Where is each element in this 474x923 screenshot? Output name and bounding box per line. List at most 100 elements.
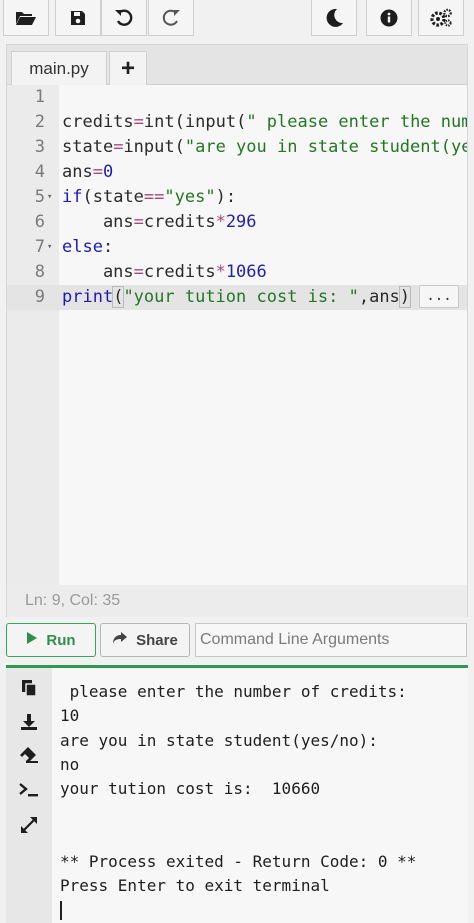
code-text: state=input("are you in state student(ye	[62, 135, 467, 160]
code-token: (	[174, 137, 185, 157]
cursor-position-status: Ln: 9, Col: 35	[7, 585, 467, 617]
share-icon	[112, 631, 128, 649]
code-token: else	[62, 237, 103, 257]
code-editor: main.py + 1 2 credits=int(input(" please e…	[6, 44, 468, 617]
share-button[interactable]: Share	[100, 623, 190, 657]
redo-icon	[161, 8, 181, 28]
copy-icon[interactable]	[16, 676, 42, 700]
code-token: print	[62, 287, 114, 307]
code-token: state	[92, 187, 144, 207]
code-token: "your tution cost is: "	[123, 287, 359, 307]
terminal-line: Press Enter to exit terminal	[60, 876, 330, 896]
open-file-button[interactable]	[3, 0, 49, 36]
code-token: state	[62, 137, 114, 157]
code-line[interactable]: 7 ▾ else:	[7, 235, 467, 260]
code-line[interactable]: 1	[7, 85, 467, 110]
line-number: 1	[34, 87, 45, 107]
code-line[interactable]: 5 ▾ if(state=="yes"):	[7, 185, 467, 210]
terminal-cursor	[60, 901, 62, 920]
code-token: :	[102, 237, 114, 257]
info-icon	[380, 9, 398, 27]
code-line[interactable]: 2 credits=int(input(" please enter the nu…	[7, 110, 467, 135]
plus-icon: +	[120, 54, 135, 82]
terminal-panel: please enter the number of credits: 10 are…	[6, 665, 468, 923]
code-token: credits	[143, 212, 216, 232]
code-line[interactable]: 3 state=input("are you in state student(y…	[7, 135, 467, 160]
settings-icon	[429, 8, 453, 28]
code-token: *	[215, 262, 226, 282]
play-icon	[26, 631, 38, 649]
fold-arrow-icon[interactable]: ▾	[47, 185, 52, 210]
code-text: ans=0	[62, 160, 113, 185]
fold-arrow-icon[interactable]: ▾	[47, 235, 52, 260]
code-token: (	[112, 286, 125, 308]
undo-icon	[114, 8, 134, 28]
code-token: "are you in state student(ye	[184, 137, 467, 157]
code-token: int	[143, 112, 175, 132]
code-token: credits	[62, 112, 134, 132]
line-number: 6	[34, 212, 45, 232]
code-token: =	[113, 137, 124, 157]
download-icon[interactable]	[16, 710, 42, 734]
add-tab-button[interactable]: +	[109, 51, 147, 85]
terminal-line: are you in state student(yes/no):	[60, 730, 378, 750]
line-number: 8	[34, 262, 45, 282]
folder-open-icon	[15, 10, 37, 26]
code-token: " please enter the num	[246, 112, 467, 132]
line-number: 3	[34, 137, 45, 157]
terminal-line: your tution cost is: 10660	[60, 779, 321, 799]
code-text: ans=credits*1066	[62, 260, 267, 285]
terminal-line: no	[60, 754, 80, 774]
code-token: 0	[102, 162, 114, 182]
code-token: credits	[143, 262, 216, 282]
code-line[interactable]: 8 ans=credits*1066	[7, 260, 467, 285]
code-token: =	[92, 162, 103, 182]
info-button[interactable]	[366, 0, 412, 36]
code-line[interactable]: 9 print("your tution cost is: ",ans)...	[7, 285, 467, 310]
code-token: (	[82, 187, 93, 207]
editor-tab-bar: main.py +	[7, 45, 467, 85]
code-line[interactable]: 6 ans=credits*296	[7, 210, 467, 235]
top-toolbar	[0, 0, 474, 38]
code-token: 296	[225, 212, 257, 232]
code-token: =	[133, 212, 144, 232]
code-token: ans	[62, 262, 134, 282]
line-number: 2	[34, 112, 45, 132]
save-button[interactable]	[55, 0, 101, 36]
eraser-icon[interactable]	[16, 743, 42, 767]
terminal-line: please enter the number of credits:	[60, 682, 407, 701]
undo-button[interactable]	[101, 0, 147, 36]
code-token: (	[236, 112, 247, 132]
line-number: 7	[34, 237, 45, 257]
code-token: ):	[215, 187, 237, 207]
terminal-prompt-icon[interactable]	[16, 778, 42, 802]
terminal-output[interactable]: please enter the number of credits: 10 are…	[52, 668, 468, 923]
code-text: print("your tution cost is: ",ans)	[62, 285, 412, 310]
redo-button[interactable]	[148, 0, 194, 36]
code-token: input	[123, 137, 175, 157]
code-token: 1066	[225, 262, 267, 282]
theme-toggle-button[interactable]	[311, 0, 357, 36]
code-text: else:	[62, 235, 113, 260]
more-options-button[interactable]: ...	[419, 285, 459, 308]
code-token: (	[174, 112, 185, 132]
code-token: ans	[62, 162, 93, 182]
run-button[interactable]: Run	[6, 623, 96, 657]
expand-icon[interactable]	[16, 813, 42, 837]
code-token: "yes"	[164, 187, 216, 207]
line-number: 5	[34, 187, 45, 207]
line-number: 4	[34, 162, 45, 182]
line-number: 9	[34, 287, 45, 307]
terminal-line: ** Process exited - Return Code: 0 **	[60, 852, 417, 872]
code-token: *	[215, 212, 226, 232]
share-label: Share	[136, 631, 178, 649]
code-text: if(state=="yes"):	[62, 185, 236, 210]
command-line-arguments-input[interactable]	[195, 623, 467, 657]
tab-main-py[interactable]: main.py	[11, 51, 107, 85]
run-label: Run	[46, 631, 76, 649]
settings-button[interactable]	[418, 0, 464, 36]
code-token: ans	[62, 212, 134, 232]
code-token: )	[398, 286, 412, 308]
code-area[interactable]: 1 2 credits=int(input(" please enter the n…	[7, 85, 467, 585]
code-line[interactable]: 4 ans=0	[7, 160, 467, 185]
